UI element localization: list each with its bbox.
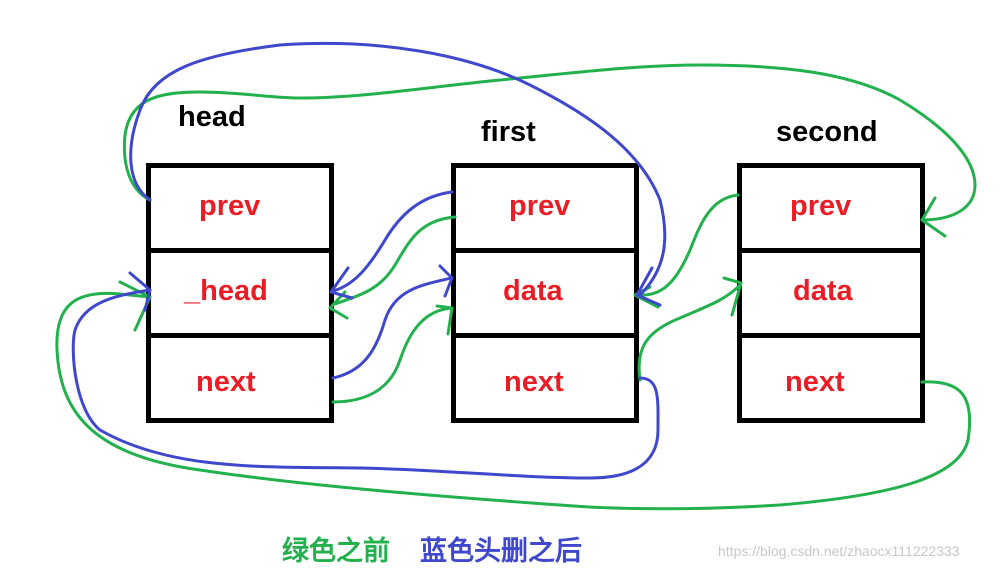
legend-blue-after: 蓝色头删之后 [420, 536, 582, 566]
green-arrow-head-next-to-first [331, 306, 454, 404]
blue-arrow-first-prev-to-head [331, 190, 454, 293]
legend-green-before: 绿色之前 [282, 536, 390, 566]
green-arrow-first-prev-to-head [333, 215, 457, 306]
blue-arrows [71, 41, 667, 480]
green-arrow-first-next-to-second [637, 283, 742, 382]
green-arrows [55, 63, 977, 511]
blue-arrow-head-prev-to-first [129, 41, 667, 297]
arrows-layer [55, 41, 977, 511]
blue-arrow-first-next-to-head [71, 288, 660, 480]
green-arrow-head-prev-to-second [122, 63, 977, 222]
green-arrow-second-prev-to-first [638, 193, 740, 297]
blue-arrow-head-next-to-first [331, 276, 454, 380]
watermark: https://blog.csdn.net/zhaocx111222333 [718, 543, 960, 559]
